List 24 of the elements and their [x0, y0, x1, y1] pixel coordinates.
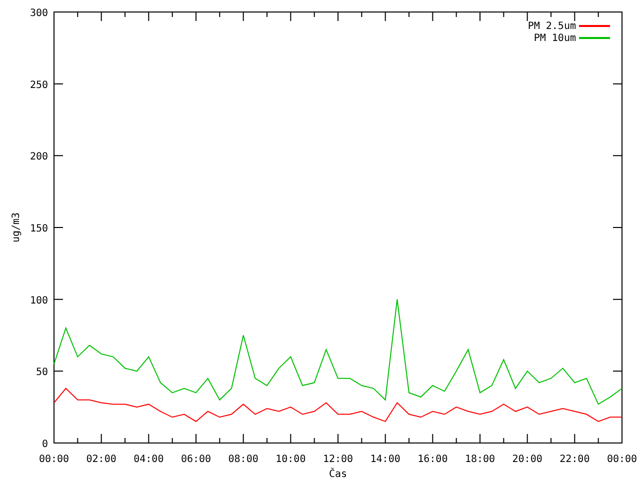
- tick-label: 100: [30, 295, 48, 306]
- tick-label: 12:00: [322, 454, 354, 465]
- tick-label: 50: [36, 367, 48, 378]
- tick-label: 10:00: [276, 454, 306, 465]
- tick-label: 08:00: [228, 454, 258, 465]
- tick-label: 22:00: [560, 454, 590, 465]
- legend-label: PM 10um: [534, 33, 576, 44]
- legend-label: PM 2.5um: [528, 21, 576, 32]
- tick-label: 04:00: [134, 454, 164, 465]
- tick-label: 250: [30, 80, 48, 91]
- tick-label: 20:00: [512, 454, 542, 465]
- tick-label: 00:00: [606, 454, 638, 465]
- tick-label: 18:00: [464, 454, 496, 465]
- tick-label: 02:00: [86, 454, 116, 465]
- tick-label: 200: [30, 152, 48, 163]
- tick-label: 14:00: [370, 454, 400, 465]
- tick-label: 16:00: [418, 454, 448, 465]
- tick-label: 00:00: [38, 454, 70, 465]
- axis-title: Čas: [328, 469, 348, 480]
- axis-title: ug/m3: [11, 212, 22, 243]
- tick-label: 0: [42, 439, 48, 450]
- tick-label: 150: [30, 224, 48, 234]
- tick-label: 06:00: [180, 454, 212, 465]
- tick-label: 300: [30, 8, 48, 19]
